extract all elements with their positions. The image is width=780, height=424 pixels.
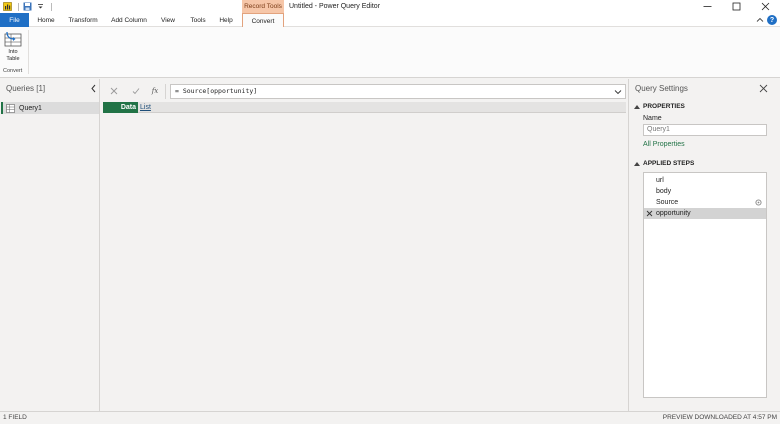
fx-icon: fx bbox=[151, 87, 159, 95]
formula-bar: fx = Source[opportunity] bbox=[104, 84, 626, 99]
minimize-button[interactable] bbox=[693, 0, 722, 13]
applied-steps-header-label: APPLIED STEPS bbox=[643, 160, 695, 167]
step-label: body bbox=[656, 188, 672, 195]
formula-separator bbox=[165, 84, 166, 99]
grid-header-row: Data List bbox=[103, 102, 626, 113]
into-table-icon bbox=[4, 31, 22, 47]
collapse-triangle-icon bbox=[634, 161, 640, 166]
data-grid: Data List bbox=[103, 102, 627, 410]
close-window-button[interactable] bbox=[751, 0, 780, 13]
properties-header-label: PROPERTIES bbox=[643, 103, 685, 110]
title-bar: Record Tools Untitled - Power Query Edit… bbox=[0, 0, 780, 13]
query-name-input[interactable]: Query1 bbox=[643, 124, 767, 136]
query-settings-title: Query Settings bbox=[635, 84, 688, 93]
help-icon[interactable]: ? bbox=[767, 15, 777, 25]
collapse-ribbon-icon[interactable] bbox=[756, 16, 764, 24]
cancel-icon bbox=[110, 87, 118, 95]
window-controls bbox=[693, 0, 780, 13]
name-label: Name bbox=[643, 115, 662, 122]
commit-formula-button[interactable] bbox=[130, 85, 142, 97]
into-table-label: Into Table bbox=[6, 49, 20, 62]
data-column-header[interactable]: Data bbox=[103, 102, 138, 113]
tab-transform[interactable]: Transform bbox=[64, 13, 102, 27]
step-source[interactable]: Source bbox=[644, 197, 766, 208]
properties-section-header[interactable]: PROPERTIES bbox=[634, 103, 685, 110]
qat-separator bbox=[51, 2, 52, 11]
into-table-button[interactable]: Into Table bbox=[3, 30, 23, 64]
minimize-icon bbox=[703, 6, 712, 7]
gear-icon[interactable] bbox=[755, 199, 762, 206]
formula-text: = Source[opportunity] bbox=[175, 87, 258, 95]
query-item-label: Query1 bbox=[19, 104, 42, 112]
maximize-icon bbox=[732, 2, 741, 11]
collapse-queries-icon[interactable] bbox=[90, 84, 97, 93]
app-icon bbox=[3, 2, 12, 11]
all-properties-link[interactable]: All Properties bbox=[643, 141, 685, 148]
save-icon[interactable] bbox=[23, 2, 32, 11]
window-title: Untitled - Power Query Editor bbox=[289, 3, 381, 10]
applied-steps-list: url body Source opportunity bbox=[643, 172, 767, 398]
maximize-button[interactable] bbox=[722, 0, 751, 13]
formula-input[interactable]: = Source[opportunity] bbox=[170, 84, 626, 99]
qat-separator bbox=[18, 2, 19, 11]
cancel-formula-button[interactable] bbox=[108, 85, 120, 97]
record-tools-context-header: Record Tools bbox=[242, 0, 284, 13]
step-url[interactable]: url bbox=[644, 175, 766, 186]
step-opportunity[interactable]: opportunity bbox=[644, 208, 766, 219]
convert-group-label: Convert bbox=[3, 68, 23, 74]
close-icon bbox=[761, 2, 770, 11]
tab-help[interactable]: Help bbox=[215, 13, 237, 27]
query-settings-pane: Query Settings PROPERTIES Name Query1 Al… bbox=[628, 79, 780, 411]
tab-view[interactable]: View bbox=[156, 13, 180, 27]
tab-convert[interactable]: Convert bbox=[242, 13, 284, 28]
collapse-triangle-icon bbox=[634, 104, 640, 109]
ribbon: Into Table Convert bbox=[0, 27, 780, 78]
queries-pane: Queries [1] Query1 bbox=[0, 79, 100, 411]
close-settings-icon[interactable] bbox=[759, 84, 768, 93]
step-label: opportunity bbox=[656, 210, 691, 217]
tab-home[interactable]: Home bbox=[33, 13, 59, 27]
check-icon bbox=[132, 88, 140, 95]
status-bar: 1 FIELD PREVIEW DOWNLOADED AT 4:57 PM bbox=[0, 411, 780, 424]
queries-header: Queries [1] bbox=[6, 84, 46, 93]
group-divider bbox=[28, 30, 29, 74]
qat-dropdown-icon[interactable] bbox=[36, 2, 45, 11]
tab-file[interactable]: File bbox=[0, 13, 29, 27]
field-count-status: 1 FIELD bbox=[3, 414, 27, 421]
insert-function-button[interactable]: fx bbox=[149, 85, 161, 97]
step-label: url bbox=[656, 177, 664, 184]
ribbon-tab-strip: File Home Transform Add Column View Tool… bbox=[0, 13, 780, 28]
tab-tools[interactable]: Tools bbox=[185, 13, 211, 27]
preview-download-status: PREVIEW DOWNLOADED AT 4:57 PM bbox=[662, 414, 777, 421]
delete-step-icon[interactable] bbox=[646, 210, 653, 217]
list-value-link[interactable]: List bbox=[140, 103, 151, 112]
applied-steps-section-header[interactable]: APPLIED STEPS bbox=[634, 160, 694, 167]
quick-access-toolbar bbox=[3, 1, 52, 12]
step-label: Source bbox=[656, 199, 679, 206]
table-icon bbox=[6, 103, 15, 113]
chevron-down-icon[interactable] bbox=[614, 88, 622, 96]
step-body[interactable]: body bbox=[644, 186, 766, 197]
tab-add-column[interactable]: Add Column bbox=[107, 13, 151, 27]
query-item-query1[interactable]: Query1 bbox=[1, 102, 99, 114]
